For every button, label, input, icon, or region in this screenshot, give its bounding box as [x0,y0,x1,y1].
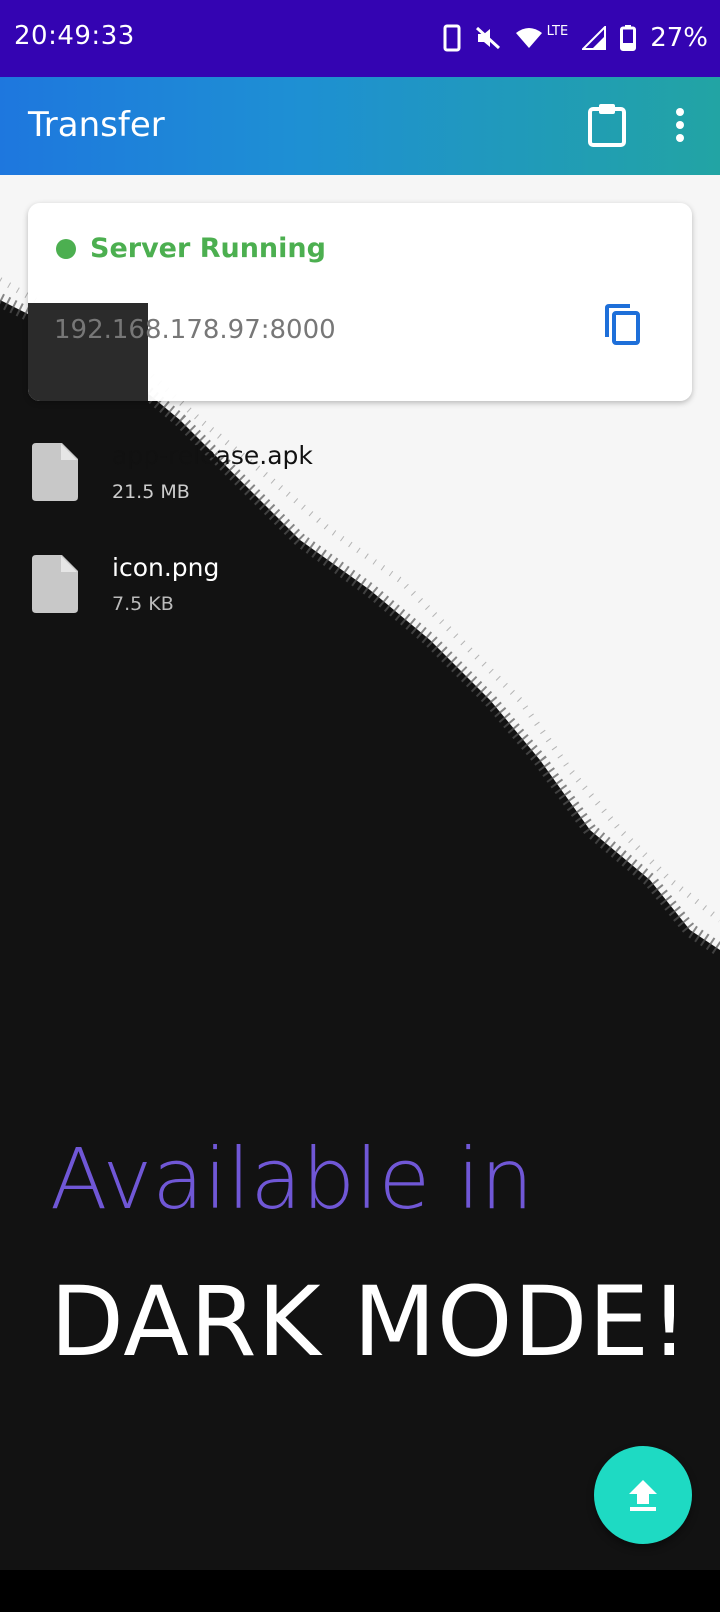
promo-dark-mode: DARK MODE! [50,1266,690,1378]
battery-percent: 27% [650,23,708,53]
upload-icon [629,1480,657,1511]
upload-fab[interactable] [594,1446,692,1544]
copy-icon [605,304,640,345]
file-size: 21.5 MB [112,481,190,503]
vibrate-off-icon [475,26,500,50]
clipboard-icon [588,104,626,147]
server-status: Server Running [90,233,326,264]
server-card: Server Running 192.168.178.97:8000 [28,203,692,401]
file-icon [32,555,78,613]
file-icon [32,443,78,501]
battery-icon [620,25,637,51]
wifi-icon [515,28,542,48]
clipboard-button[interactable] [587,103,627,147]
file-size: 7.5 KB [112,593,174,615]
phone-icon [443,24,461,52]
more-vert-icon [676,108,684,142]
navigation-bar [0,1570,720,1612]
status-dot [56,239,76,259]
signal-icon [582,26,607,50]
file-item[interactable]: icon.png 7.5 KB [0,527,720,639]
promo-available-in: Available in [50,1130,534,1228]
network-type: LTE [546,23,569,39]
file-list: app-release.apk 21.5 MB icon.png 7.5 KB [0,415,720,639]
server-address: 192.168.178.97:8000 [54,315,336,345]
file-name: icon.png [112,553,220,582]
status-bar: 20:49:33 LTE 27% [0,0,720,77]
more-options-button[interactable] [664,105,696,145]
app-bar: Transfer [0,77,720,175]
status-icons: LTE 27% [443,20,708,56]
status-time: 20:49:33 [14,21,135,51]
copy-address-button[interactable] [602,303,642,347]
app-title: Transfer [28,105,165,145]
file-item[interactable]: app-release.apk 21.5 MB [0,415,720,527]
file-name: app-release.apk [112,441,313,470]
